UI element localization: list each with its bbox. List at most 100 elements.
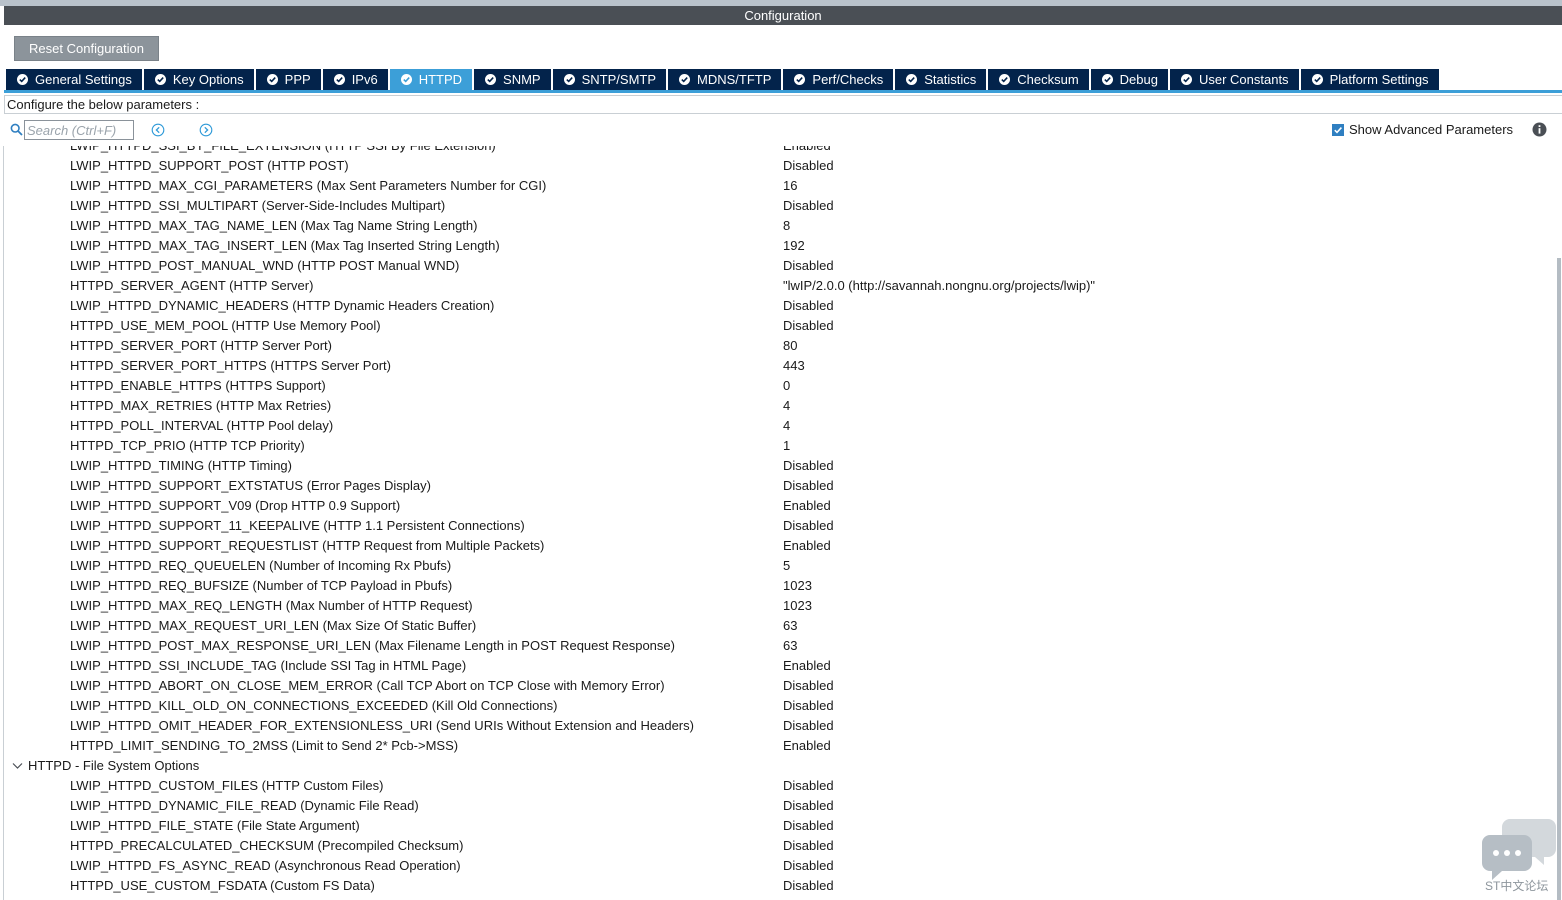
info-icon[interactable] <box>1532 122 1547 137</box>
parameter-value[interactable]: Disabled <box>783 856 834 876</box>
parameter-row[interactable]: LWIP_HTTPD_ABORT_ON_CLOSE_MEM_ERROR (Cal… <box>4 676 1552 696</box>
parameter-row[interactable]: LWIP_HTTPD_SUPPORT_REQUESTLIST (HTTP Req… <box>4 536 1552 556</box>
parameter-row[interactable]: HTTPD_POLL_INTERVAL (HTTP Pool delay) 4 <box>4 416 1552 436</box>
scrollbar-thumb[interactable] <box>1557 258 1561 900</box>
tab-perf-checks[interactable]: Perf/Checks <box>783 69 894 90</box>
parameter-value[interactable]: 4 <box>783 416 790 436</box>
tab-statistics[interactable]: Statistics <box>895 69 987 90</box>
parameter-name: LWIP_HTTPD_ABORT_ON_CLOSE_MEM_ERROR (Cal… <box>70 678 665 693</box>
next-match-icon[interactable] <box>199 123 213 137</box>
parameter-value[interactable]: Disabled <box>783 476 834 496</box>
parameter-row[interactable]: LWIP_HTTPD_REQ_QUEUELEN (Number of Incom… <box>4 556 1552 576</box>
tab-httpd[interactable]: HTTPD <box>389 69 473 90</box>
parameter-value[interactable]: "lwIP/2.0.0 (http://savannah.nongnu.org/… <box>783 276 1095 296</box>
parameter-value[interactable]: 192 <box>783 236 805 256</box>
parameter-row[interactable]: LWIP_HTTPD_MAX_REQ_LENGTH (Max Number of… <box>4 596 1552 616</box>
parameter-row[interactable]: LWIP_HTTPD_FILE_STATE (File State Argume… <box>4 816 1552 836</box>
parameter-value[interactable]: Disabled <box>783 836 834 856</box>
parameter-row[interactable]: HTTPD_USE_CUSTOM_FSDATA (Custom FS Data)… <box>4 876 1552 896</box>
parameter-row[interactable]: HTTPD_SERVER_PORT (HTTP Server Port) 80 <box>4 336 1552 356</box>
parameter-row[interactable]: HTTPD_USE_MEM_POOL (HTTP Use Memory Pool… <box>4 316 1552 336</box>
parameter-row[interactable]: HTTPD_MAX_RETRIES (HTTP Max Retries) 4 <box>4 396 1552 416</box>
parameter-value[interactable]: Disabled <box>783 676 834 696</box>
parameter-value[interactable]: 5 <box>783 556 790 576</box>
parameter-row[interactable]: LWIP_HTTPD_SUPPORT_11_KEEPALIVE (HTTP 1.… <box>4 516 1552 536</box>
tab-ppp[interactable]: PPP <box>255 69 321 90</box>
parameter-row[interactable]: LWIP_HTTPD_SUPPORT_V09 (Drop HTTP 0.9 Su… <box>4 496 1552 516</box>
parameter-value[interactable]: Enabled <box>783 656 831 676</box>
parameter-row[interactable]: LWIP_HTTPD_TIMING (HTTP Timing) Disabled <box>4 456 1552 476</box>
tab-key-options[interactable]: Key Options <box>143 69 254 90</box>
parameter-value[interactable]: Disabled <box>783 776 834 796</box>
parameter-value[interactable]: Disabled <box>783 296 834 316</box>
parameter-row[interactable]: LWIP_HTTPD_DYNAMIC_FILE_READ (Dynamic Fi… <box>4 796 1552 816</box>
parameter-value[interactable]: 63 <box>783 616 797 636</box>
parameter-row[interactable]: HTTPD_LIMIT_SENDING_TO_2MSS (Limit to Se… <box>4 736 1552 756</box>
vertical-scrollbar[interactable] <box>1552 146 1562 900</box>
parameter-value[interactable]: 1023 <box>783 596 812 616</box>
parameter-value[interactable]: 443 <box>783 356 805 376</box>
parameter-value[interactable]: 16 <box>783 176 797 196</box>
parameter-row[interactable]: LWIP_HTTPD_POST_MANUAL_WND (HTTP POST Ma… <box>4 256 1552 276</box>
parameter-row[interactable]: HTTPD_TCP_PRIO (HTTP TCP Priority) 1 <box>4 436 1552 456</box>
parameter-value[interactable]: 80 <box>783 336 797 356</box>
parameter-row[interactable]: HTTPD_SERVER_AGENT (HTTP Server) "lwIP/2.… <box>4 276 1552 296</box>
parameter-value[interactable]: Disabled <box>783 716 834 736</box>
tab-user-constants[interactable]: User Constants <box>1169 69 1299 90</box>
parameter-value[interactable]: Disabled <box>783 156 834 176</box>
show-advanced-toggle[interactable]: Show Advanced Parameters <box>1332 123 1513 137</box>
parameter-value[interactable]: Disabled <box>783 256 834 276</box>
parameter-value[interactable]: Enabled <box>783 146 831 156</box>
parameter-row[interactable]: LWIP_HTTPD_MAX_TAG_INSERT_LEN (Max Tag I… <box>4 236 1552 256</box>
tab-sntp-smtp[interactable]: SNTP/SMTP <box>552 69 667 90</box>
parameter-row[interactable]: HTTPD_PRECALCULATED_CHECKSUM (Precompile… <box>4 836 1552 856</box>
tab-mdns-tftp[interactable]: MDNS/TFTP <box>668 69 782 90</box>
category-row[interactable]: HTTPD - File System Options <box>4 756 1552 776</box>
tab-debug[interactable]: Debug <box>1090 69 1168 90</box>
parameter-value[interactable]: 63 <box>783 636 797 656</box>
parameter-row[interactable]: HTTPD_ENABLE_HTTPS (HTTPS Support) 0 <box>4 376 1552 396</box>
tab-platform-settings[interactable]: Platform Settings <box>1300 69 1439 90</box>
parameter-row[interactable]: LWIP_HTTPD_SUPPORT_POST (HTTP POST) Disab… <box>4 156 1552 176</box>
parameter-value[interactable]: Disabled <box>783 876 834 896</box>
reset-configuration-button[interactable]: Reset Configuration <box>14 36 159 61</box>
show-advanced-checkbox[interactable] <box>1332 124 1344 136</box>
parameter-row[interactable]: LWIP_HTTPD_FS_ASYNC_READ (Asynchronous R… <box>4 856 1552 876</box>
tab-checksum[interactable]: Checksum <box>988 69 1089 90</box>
parameter-row[interactable]: LWIP_HTTPD_MAX_TAG_NAME_LEN (Max Tag Nam… <box>4 216 1552 236</box>
parameter-value[interactable]: Disabled <box>783 796 834 816</box>
parameter-row[interactable]: LWIP_HTTPD_POST_MAX_RESPONSE_URI_LEN (Ma… <box>4 636 1552 656</box>
parameter-value[interactable]: Disabled <box>783 516 834 536</box>
parameter-value[interactable]: Disabled <box>783 196 834 216</box>
parameter-value[interactable]: 4 <box>783 396 790 416</box>
parameter-row[interactable]: LWIP_HTTPD_KILL_OLD_ON_CONNECTIONS_EXCEE… <box>4 696 1552 716</box>
parameter-value[interactable]: Disabled <box>783 456 834 476</box>
parameter-value[interactable]: 1 <box>783 436 790 456</box>
chevron-down-icon[interactable] <box>12 762 23 770</box>
parameter-value[interactable]: Disabled <box>783 316 834 336</box>
parameter-value[interactable]: 0 <box>783 376 790 396</box>
parameter-value[interactable]: 8 <box>783 216 790 236</box>
parameter-row[interactable]: LWIP_HTTPD_CUSTOM_FILES (HTTP Custom Fil… <box>4 776 1552 796</box>
parameter-row[interactable]: LWIP_HTTPD_MAX_REQUEST_URI_LEN (Max Size… <box>4 616 1552 636</box>
parameter-row[interactable]: LWIP_HTTPD_OMIT_HEADER_FOR_EXTENSIONLESS… <box>4 716 1552 736</box>
parameter-row[interactable]: LWIP_HTTPD_REQ_BUFSIZE (Number of TCP Pa… <box>4 576 1552 596</box>
parameter-row[interactable]: LWIP_HTTPD_SUPPORT_EXTSTATUS (Error Page… <box>4 476 1552 496</box>
parameter-row[interactable]: LWIP_HTTPD_SSI_INCLUDE_TAG (Include SSI … <box>4 656 1552 676</box>
parameter-value[interactable]: Enabled <box>783 536 831 556</box>
parameter-value[interactable]: Enabled <box>783 496 831 516</box>
parameter-value[interactable]: Enabled <box>783 736 831 756</box>
parameter-row[interactable]: LWIP_HTTPD_SSI_MULTIPART (Server-Side-In… <box>4 196 1552 216</box>
parameter-value[interactable]: 1023 <box>783 576 812 596</box>
tab-ipv6[interactable]: IPv6 <box>322 69 388 90</box>
parameter-row[interactable]: HTTPD_SERVER_PORT_HTTPS (HTTPS Server Po… <box>4 356 1552 376</box>
parameter-row[interactable]: LWIP_HTTPD_DYNAMIC_HEADERS (HTTP Dynamic… <box>4 296 1552 316</box>
parameter-row[interactable]: LWIP_HTTPD_SSI_BY_FILE_EXTENSION (HTTP S… <box>4 146 1552 156</box>
previous-match-icon[interactable] <box>151 123 165 137</box>
tab-general-settings[interactable]: General Settings <box>6 69 142 90</box>
parameter-row[interactable]: LWIP_HTTPD_MAX_CGI_PARAMETERS (Max Sent … <box>4 176 1552 196</box>
parameter-value[interactable]: Disabled <box>783 816 834 836</box>
search-input[interactable] <box>24 120 134 140</box>
parameter-value[interactable]: Disabled <box>783 696 834 716</box>
tab-snmp[interactable]: SNMP <box>474 69 551 90</box>
